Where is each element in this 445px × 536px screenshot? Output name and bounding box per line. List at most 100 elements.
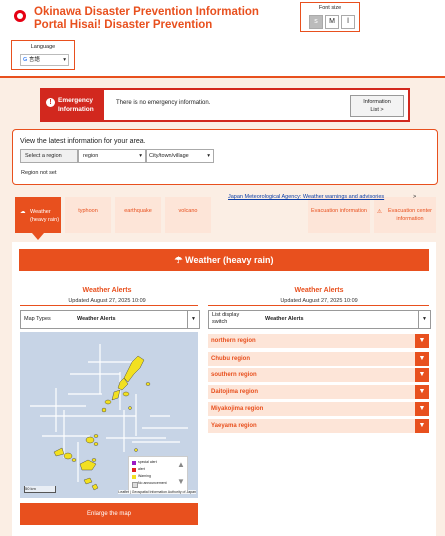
expand-icon: ▼ bbox=[415, 419, 429, 433]
select-region-text: Select a region bbox=[25, 153, 62, 159]
weather-alert-map[interactable]: special alert alert Warning No announcem… bbox=[20, 332, 198, 498]
chevron-down-icon: ▼ bbox=[418, 311, 430, 328]
region-yaeyama-label: Yaeyama region bbox=[211, 423, 257, 429]
legend-scroll-down-icon[interactable]: ▼ bbox=[177, 477, 185, 486]
site-title-line2[interactable]: Portal Hisai! Disaster Prevention bbox=[34, 19, 212, 31]
area-selector: View the latest information for your are… bbox=[12, 129, 438, 185]
left-alerts-heading: Weather Alerts bbox=[82, 287, 132, 294]
legend-none-label: No announcement bbox=[138, 481, 167, 485]
font-size-large-button[interactable]: l bbox=[341, 15, 355, 29]
legend-alert-label: alert bbox=[138, 467, 145, 471]
language-selector: Language G 言語 ▾ bbox=[11, 40, 75, 70]
legend-special-alert-label: special alert bbox=[138, 460, 157, 464]
map-legend: special alert alert Warning No announcem… bbox=[128, 456, 188, 494]
language-dropdown[interactable]: G 言語 ▾ bbox=[20, 54, 69, 66]
region-select-value: region bbox=[83, 153, 99, 159]
region-northern-label: northern region bbox=[211, 338, 256, 344]
list-display-label: List display switch bbox=[212, 312, 240, 325]
weather-title: Weather (heavy rain) bbox=[185, 255, 274, 265]
left-updated-time: Updated August 27, 2025 10:09 bbox=[68, 298, 146, 304]
region-yaeyama[interactable]: Yaeyama region ▼ bbox=[208, 419, 429, 433]
tab-weather[interactable]: ☁ Weather (heavy rain) bbox=[15, 197, 61, 233]
map-type-value: Weather Alerts bbox=[77, 316, 116, 322]
region-southern[interactable]: southern region ▼ bbox=[208, 368, 429, 382]
tab-volcano-label: volcano bbox=[178, 208, 198, 214]
font-size-control: Font size s M l bbox=[300, 2, 360, 32]
emergency-tag: ! Emergency Information bbox=[42, 90, 104, 120]
tab-weather-label: Weather (heavy rain) bbox=[30, 209, 60, 223]
expand-icon: ▼ bbox=[415, 352, 429, 366]
legend-alert-swatch bbox=[132, 468, 136, 472]
tab-evacuation-center-label: Evacuation center information bbox=[387, 208, 433, 222]
tab-typhoon-label: typhoon bbox=[78, 208, 98, 214]
legend-warning-label: Warning bbox=[138, 474, 151, 478]
expand-icon: ▼ bbox=[415, 402, 429, 416]
information-list-label: Information List > bbox=[363, 99, 391, 113]
map-scale: 50 km bbox=[24, 486, 56, 493]
legend-scroll-up-icon[interactable]: ▲ bbox=[177, 460, 185, 469]
tab-volcano[interactable]: volcano bbox=[165, 197, 211, 233]
font-size-small-button[interactable]: s bbox=[309, 15, 323, 29]
right-alerts-heading: Weather Alerts bbox=[294, 287, 344, 294]
tab-earthquake-label: earthquake bbox=[124, 208, 152, 214]
area-heading: View the latest information for your are… bbox=[20, 138, 146, 145]
cloud-icon: ☁ bbox=[20, 209, 26, 215]
region-miyakojima-label: Miyakojima region bbox=[211, 406, 264, 412]
tab-typhoon[interactable]: typhoon bbox=[65, 197, 111, 233]
map-type-dropdown[interactable]: Map Types Weather Alerts ▼ bbox=[20, 310, 200, 329]
region-chubu-label: Chubu region bbox=[211, 356, 250, 362]
right-updated-time: Updated August 27, 2025 10:09 bbox=[280, 298, 358, 304]
information-list-button[interactable]: Information List > bbox=[350, 95, 404, 117]
region-daitojima-label: Daitojima region bbox=[211, 389, 259, 395]
site-header: Okinawa Disaster Prevention Information … bbox=[0, 0, 445, 78]
weather-panel: ☂ Weather (heavy rain) Weather Alerts Up… bbox=[12, 242, 436, 536]
enlarge-map-button[interactable]: Enlarge the map bbox=[20, 503, 198, 525]
emergency-tag-label: Emergency Information bbox=[58, 97, 94, 113]
chevron-right-icon: > bbox=[413, 194, 417, 200]
region-select[interactable]: region ▾ bbox=[78, 149, 146, 163]
active-tab-pointer bbox=[32, 233, 44, 240]
font-size-label: Font size bbox=[318, 5, 342, 11]
chevron-down-icon: ▼ bbox=[187, 311, 199, 328]
region-status: Region not set bbox=[21, 170, 57, 176]
language-value: 言語 bbox=[28, 57, 40, 63]
tab-earthquake[interactable]: earthquake bbox=[115, 197, 161, 233]
chevron-down-icon: ▾ bbox=[139, 153, 142, 159]
jma-warnings-link[interactable]: Japan Meteorological Agency: Weather war… bbox=[228, 194, 384, 200]
region-southern-label: southern region bbox=[211, 372, 257, 378]
language-label: Language bbox=[30, 44, 56, 50]
region-daitojima[interactable]: Daitojima region ▼ bbox=[208, 385, 429, 399]
tab-evacuation-center[interactable]: ⚠ Evacuation center information bbox=[374, 197, 436, 233]
tab-evacuation-info-label: Evacuation information bbox=[311, 208, 367, 214]
expand-icon: ▼ bbox=[415, 368, 429, 382]
alert-icon: ! bbox=[46, 98, 55, 107]
left-divider bbox=[20, 305, 198, 306]
chevron-down-icon: ▾ bbox=[63, 57, 66, 63]
select-region-label: Select a region bbox=[20, 149, 78, 163]
map-attribution[interactable]: Leaflet | Geospatial Information Authori… bbox=[118, 490, 196, 494]
rain-cloud-icon: ☂ bbox=[174, 255, 183, 265]
expand-icon: ▼ bbox=[415, 334, 429, 348]
weather-title-bar: ☂ Weather (heavy rain) bbox=[19, 249, 429, 271]
region-chubu[interactable]: Chubu region ▼ bbox=[208, 352, 429, 366]
legend-warning-swatch bbox=[132, 475, 136, 479]
site-title-line1[interactable]: Okinawa Disaster Prevention Information bbox=[34, 6, 259, 18]
emergency-message: There is no emergency information. bbox=[116, 100, 211, 106]
warning-icon: ⚠ bbox=[377, 209, 382, 215]
map-type-label: Map Types bbox=[24, 316, 51, 322]
list-display-dropdown[interactable]: List display switch Weather Alerts ▼ bbox=[208, 310, 431, 329]
chevron-down-icon: ▾ bbox=[207, 153, 210, 159]
city-select[interactable]: City/town/village ▾ bbox=[146, 149, 214, 163]
emergency-info-box: ! Emergency Information There is no emer… bbox=[40, 88, 410, 122]
right-divider bbox=[208, 305, 429, 306]
list-display-value: Weather Alerts bbox=[265, 316, 304, 322]
tab-evacuation-information[interactable]: Evacuation information bbox=[308, 197, 370, 233]
expand-icon: ▼ bbox=[415, 385, 429, 399]
region-miyakojima[interactable]: Miyakojima region ▼ bbox=[208, 402, 429, 416]
site-logo-icon[interactable] bbox=[14, 10, 26, 22]
region-northern[interactable]: northern region ▼ bbox=[208, 334, 429, 348]
city-select-value: City/town/village bbox=[149, 153, 189, 159]
google-icon: G bbox=[23, 57, 28, 63]
font-size-medium-button[interactable]: M bbox=[325, 15, 339, 29]
legend-special-alert-swatch bbox=[132, 461, 136, 465]
